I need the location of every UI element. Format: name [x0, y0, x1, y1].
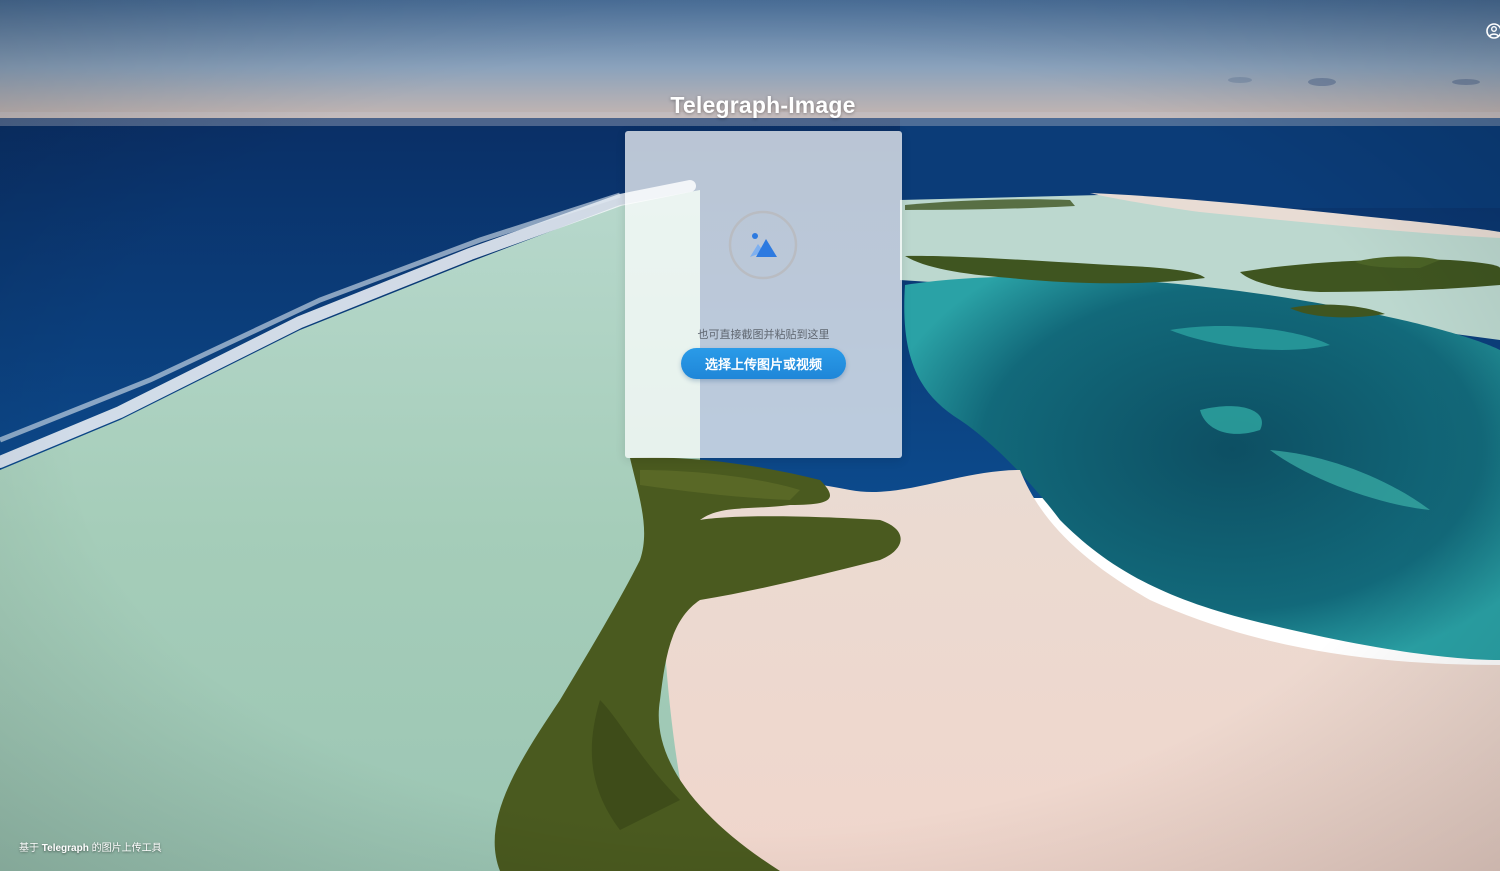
image-upload-icon — [728, 210, 798, 280]
upload-dropzone[interactable]: 也可直接截图并粘贴到这里 选择上传图片或视频 — [625, 131, 902, 458]
user-icon[interactable] — [1486, 22, 1500, 40]
choose-file-button[interactable]: 选择上传图片或视频 — [681, 348, 846, 379]
footer-brand: Telegraph — [41, 843, 89, 854]
footer-prefix: 基于 — [19, 843, 39, 854]
footer-text: 基于 Telegraph 的图片上传工具 — [19, 839, 162, 854]
footer-suffix: 的图片上传工具 — [91, 843, 162, 854]
page-title: Telegraph-Image — [670, 92, 856, 118]
paste-hint: 也可直接截图并粘贴到这里 — [697, 329, 830, 341]
page: Telegraph-Image 也可直接截图并粘贴到这里 选择上传图片或视频 基… — [0, 0, 1500, 871]
